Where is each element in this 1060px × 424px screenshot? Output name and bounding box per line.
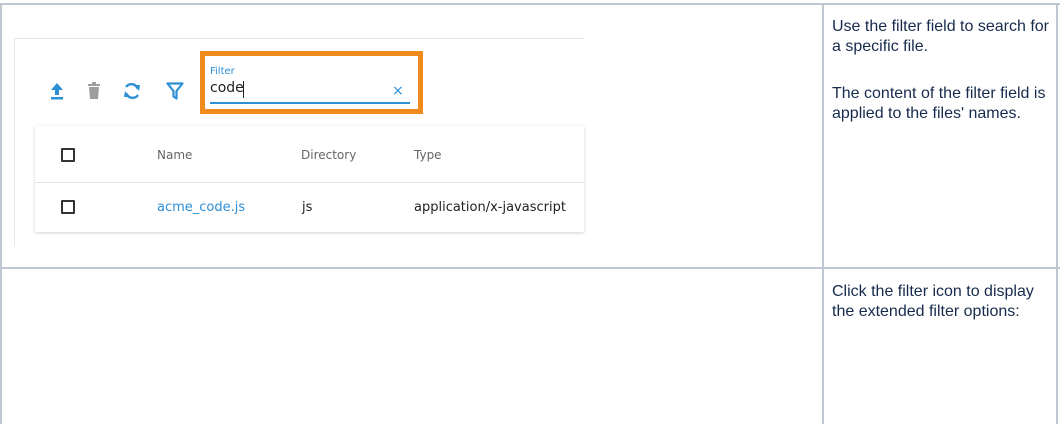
- file-directory: js: [302, 200, 313, 215]
- table-border-left: [0, 3, 2, 424]
- table-border-right: [1056, 3, 1058, 424]
- filter-underline: [210, 102, 410, 104]
- clear-icon[interactable]: ×: [392, 83, 404, 99]
- filter-label: Filter: [210, 66, 235, 77]
- text-caret: [243, 81, 244, 98]
- table-row-separator: [35, 182, 584, 183]
- filter-input[interactable]: code: [210, 80, 244, 96]
- table-column-divider: [822, 3, 824, 424]
- row1-paragraph-1: Use the filter field to search for a spe…: [832, 18, 1049, 55]
- row2-paragraph-1: Click the filter icon to display the ext…: [832, 283, 1034, 320]
- screenshot-top-edge: [14, 38, 584, 39]
- column-header-type[interactable]: Type: [414, 148, 442, 162]
- column-header-directory[interactable]: Directory: [301, 148, 356, 162]
- row1-paragraph-2: The content of the filter field is appli…: [832, 85, 1046, 122]
- trash-icon[interactable]: [83, 80, 105, 102]
- table-border-top: [0, 3, 1060, 5]
- file-name-link[interactable]: acme_code.js: [157, 200, 245, 215]
- row-checkbox[interactable]: [61, 200, 75, 214]
- file-type: application/x-javascript: [414, 200, 566, 215]
- upload-icon[interactable]: [46, 80, 68, 102]
- refresh-icon[interactable]: [121, 80, 143, 102]
- select-all-checkbox[interactable]: [61, 148, 75, 162]
- files-table: [35, 126, 584, 232]
- screenshot-left-edge: [14, 38, 15, 246]
- table-row-divider: [0, 267, 1060, 269]
- column-header-name[interactable]: Name: [157, 148, 192, 162]
- filter-icon[interactable]: [164, 80, 186, 102]
